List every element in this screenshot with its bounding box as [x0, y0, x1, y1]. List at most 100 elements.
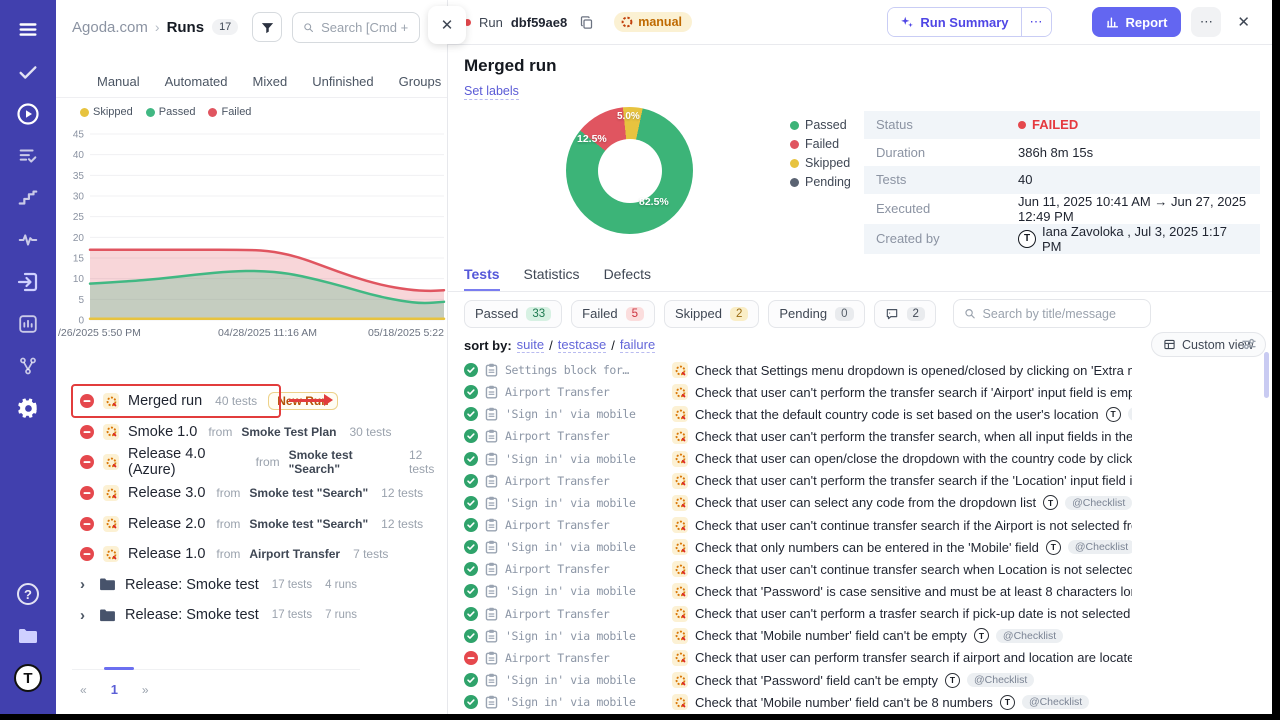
passed-check-icon	[464, 452, 478, 466]
test-row[interactable]: 'Sign in' via mobileCheck that 'Mobile n…	[464, 691, 1132, 713]
run-source-plan: Airport Transfer	[249, 547, 340, 561]
spinner-glyph	[675, 409, 686, 420]
detail-close-button[interactable]: ✕	[1231, 9, 1256, 35]
list-check-icon[interactable]	[12, 140, 44, 172]
reports-icon[interactable]	[12, 308, 44, 340]
test-row[interactable]: 'Sign in' via mobileCheck that user can …	[464, 448, 1132, 470]
run-from-label: from	[216, 486, 240, 500]
manual-run-icon	[672, 672, 688, 688]
test-row[interactable]: Airport TransferCheck that user can't co…	[464, 514, 1132, 536]
test-title: Check that only numbers can be entered i…	[695, 540, 1039, 555]
sort-row: sort by:suite/testcase/failure	[464, 337, 655, 353]
pagination-prev[interactable]: «	[80, 683, 87, 697]
run-row[interactable]: Release 1.0fromAirport Transfer7 tests	[56, 539, 447, 570]
tab-tests[interactable]: Tests	[464, 266, 500, 291]
filter-chip-pending[interactable]: Pending0	[768, 300, 864, 328]
run-filter-tab-automated[interactable]: Automated	[165, 74, 228, 89]
failed-dash-icon	[80, 394, 94, 408]
run-summary-button[interactable]: Run Summary	[888, 8, 1020, 36]
search-input[interactable]	[321, 20, 409, 35]
chip-count-badge: 2	[730, 307, 748, 321]
settings-gear-icon[interactable]	[12, 392, 44, 424]
test-row[interactable]: Airport TransferCheck that user can perf…	[464, 647, 1132, 669]
passed-check-icon	[464, 496, 478, 510]
run-filter-tab-mixed[interactable]: Mixed	[253, 74, 288, 89]
run-row[interactable]: Release 4.0 (Azure)fromSmoke test "Searc…	[56, 447, 447, 478]
test-title: Check that user can't continue transfer …	[695, 562, 1132, 577]
test-row[interactable]: 'Sign in' via mobileCheck that user can …	[464, 492, 1132, 514]
play-circle-icon[interactable]	[12, 98, 44, 130]
copy-run-id-button[interactable]	[575, 11, 598, 34]
chevron-right-icon[interactable]: ›	[80, 576, 90, 593]
report-button[interactable]: Report	[1092, 7, 1182, 37]
manual-run-icon	[672, 384, 688, 400]
pagination-page-1[interactable]: 1	[111, 682, 118, 697]
test-row[interactable]: 'Sign in' via mobileCheck that 'Mobile n…	[464, 625, 1132, 647]
test-row[interactable]: Airport TransferCheck that user can't pe…	[464, 425, 1132, 447]
run-summary-more-button[interactable]: ⋯	[1021, 8, 1051, 36]
creator-avatar: T	[1018, 230, 1036, 248]
run-info-table: Status FAILED Duration 386h 8m 15s Tests…	[864, 111, 1260, 254]
test-row[interactable]: 'Sign in' via mobileCheck that the defau…	[464, 403, 1132, 425]
branch-icon[interactable]	[12, 350, 44, 382]
scrollbar-thumb[interactable]	[1264, 352, 1269, 398]
help-icon[interactable]: ?	[12, 578, 44, 610]
sort-link-testcase[interactable]: testcase	[558, 337, 606, 353]
menu-icon[interactable]	[12, 14, 44, 46]
chevron-right-icon[interactable]: ›	[80, 607, 90, 624]
activity-pulse-icon[interactable]	[12, 224, 44, 256]
tests-search[interactable]	[953, 299, 1151, 328]
checkmark-icon[interactable]	[12, 56, 44, 88]
test-suite-name: Airport Transfer	[505, 651, 665, 665]
test-row[interactable]: Airport TransferCheck that user can't co…	[464, 558, 1132, 580]
svg-text:15: 15	[73, 254, 85, 265]
tab-statistics[interactable]: Statistics	[524, 266, 580, 291]
sort-link-suite[interactable]: suite	[517, 337, 544, 353]
testcase-clipboard-icon	[485, 474, 498, 488]
filter-chip-passed[interactable]: Passed33	[464, 300, 562, 328]
more-actions-button[interactable]: ⋯	[1191, 7, 1221, 37]
legend-dot-icon	[208, 108, 217, 117]
test-row[interactable]: Settings block for…Check that Settings m…	[464, 359, 1132, 381]
test-row[interactable]: 'Sign in' via mobileCheck that 'Password…	[464, 669, 1132, 691]
run-row[interactable]: Release 2.0fromSmoke test "Search"12 tes…	[56, 508, 447, 539]
steps-icon[interactable]	[12, 182, 44, 214]
runs-search[interactable]	[292, 12, 420, 43]
chip-label: Pending	[779, 306, 827, 321]
status-badge: FAILED	[1018, 117, 1078, 132]
user-avatar[interactable]: T	[12, 662, 44, 694]
testcase-clipboard-icon	[485, 452, 498, 466]
test-row[interactable]: Airport TransferCheck that user can't pe…	[464, 381, 1132, 403]
info-label: Status	[876, 117, 1018, 132]
filter-chip-comments[interactable]: 2	[874, 300, 936, 328]
pagination-next[interactable]: »	[142, 683, 149, 697]
test-row[interactable]: Airport TransferCheck that user can't pe…	[464, 470, 1132, 492]
run-filter-tab-groups[interactable]: Groups	[399, 74, 442, 89]
run-filter-tab-unfinished[interactable]: Unfinished	[312, 74, 373, 89]
run-row[interactable]: Merged run40 testsNew Run	[56, 386, 447, 417]
folder-icon[interactable]	[12, 620, 44, 652]
test-suite-name: Airport Transfer	[505, 385, 665, 399]
panel-close-button[interactable]: ✕	[428, 6, 466, 44]
filter-chip-failed[interactable]: Failed5	[571, 300, 655, 328]
run-group-row[interactable]: ›Release: Smoke test17 tests4 runs	[56, 570, 447, 601]
test-row[interactable]: Airport TransferCheck that user can't pe…	[464, 603, 1132, 625]
filter-chip-skipped[interactable]: Skipped2	[664, 300, 759, 328]
test-row[interactable]: 'Sign in' via mobileCheck that only numb…	[464, 536, 1132, 558]
set-labels-link[interactable]: Set labels	[464, 84, 519, 100]
view-settings-icon[interactable]	[1241, 336, 1257, 352]
sort-link-failure[interactable]: failure	[620, 337, 655, 353]
tests-search-input[interactable]	[983, 307, 1140, 321]
legend-label: Pending	[805, 175, 851, 189]
run-row[interactable]: Release 3.0fromSmoke test "Search"12 tes…	[56, 478, 447, 509]
run-row[interactable]: Smoke 1.0fromSmoke Test Plan30 tests	[56, 417, 447, 448]
test-title: Check that user can't perform the transf…	[695, 473, 1132, 488]
filter-button[interactable]	[252, 12, 282, 42]
test-row[interactable]: 'Sign in' via mobileCheck that 'Password…	[464, 580, 1132, 602]
manual-run-icon	[103, 546, 119, 562]
run-group-row[interactable]: ›Release: Smoke test17 tests7 runs	[56, 600, 447, 631]
breadcrumb-project[interactable]: Agoda.com	[72, 19, 148, 36]
tab-defects[interactable]: Defects	[604, 266, 651, 291]
test-runs-icon[interactable]	[12, 266, 44, 298]
run-filter-tab-manual[interactable]: Manual	[97, 74, 140, 89]
